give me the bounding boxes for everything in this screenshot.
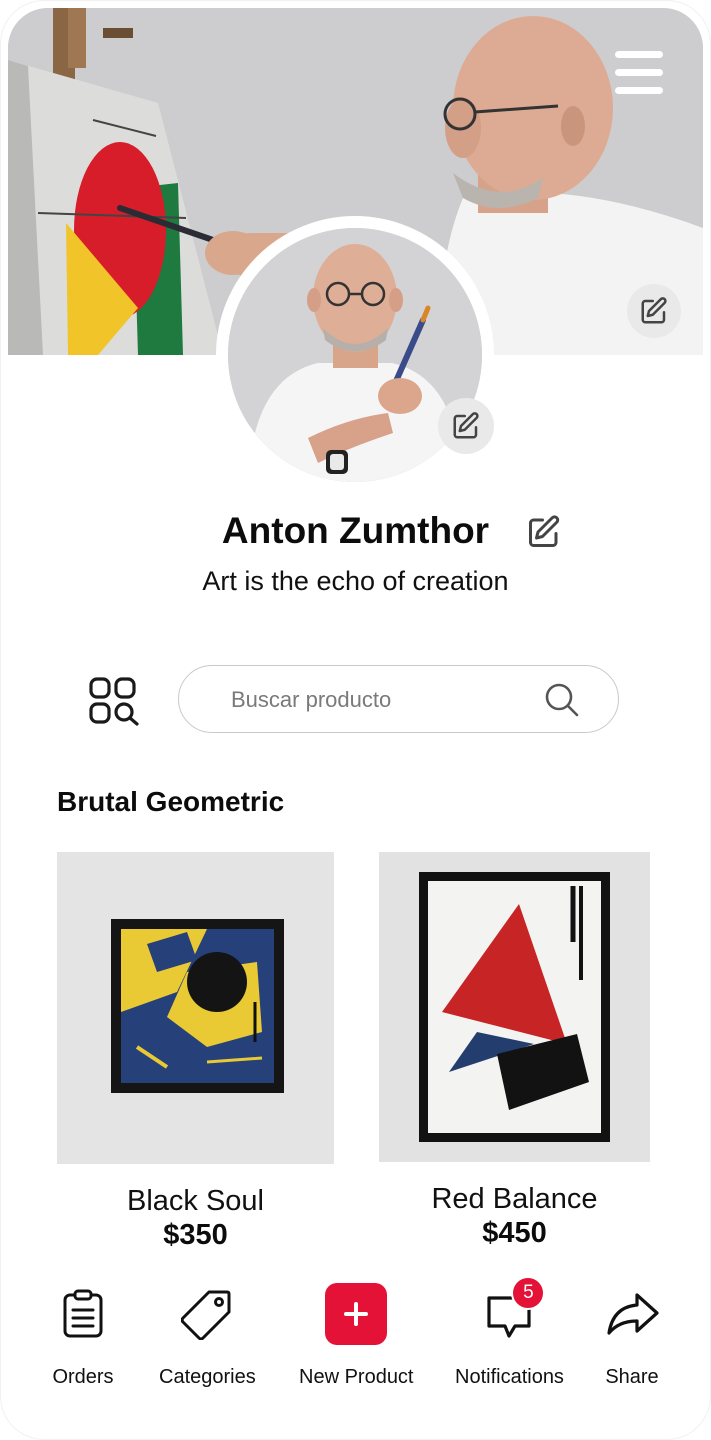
nav-label: New Product: [299, 1366, 414, 1388]
share-icon-wrapper: [600, 1282, 664, 1346]
menu-bar: [615, 69, 663, 76]
new-product-button[interactable]: [325, 1283, 388, 1345]
nav-label: Orders: [52, 1366, 114, 1388]
nav-label: Categories: [159, 1366, 256, 1388]
edit-cover-button[interactable]: [627, 284, 681, 338]
menu-bar: [615, 51, 663, 58]
edit-avatar-button[interactable]: [438, 398, 494, 454]
nav-label: Share: [605, 1366, 659, 1388]
painting-red-balance: [379, 852, 650, 1162]
nav-new-product[interactable]: New Product: [299, 1282, 414, 1389]
search-field[interactable]: [178, 665, 619, 733]
nav-label: Notifications: [455, 1366, 564, 1388]
profile-tagline: Art is the echo of creation: [202, 566, 509, 596]
profile-name: Anton Zumthor: [221, 510, 490, 551]
product-image: [57, 852, 334, 1164]
search-icon[interactable]: [544, 682, 580, 718]
search-input[interactable]: [229, 680, 533, 720]
share-icon: [607, 1293, 659, 1335]
grid-search-icon[interactable]: [88, 676, 140, 726]
menu-icon[interactable]: [613, 48, 665, 98]
edit-icon: [453, 412, 479, 439]
nav-share[interactable]: Share: [600, 1282, 664, 1389]
nav-notifications[interactable]: 5 Notifications: [455, 1276, 564, 1389]
product-price: $350: [163, 1219, 228, 1251]
edit-name-icon[interactable]: [526, 514, 562, 550]
profile-screen: Anton Zumthor Art is the echo of creatio…: [0, 0, 711, 1440]
notification-badge: 5: [511, 1276, 546, 1310]
plus-icon-wrapper: [324, 1282, 388, 1346]
bottom-nav: Orders Categories New Product 5 Notifica…: [0, 1276, 711, 1402]
product-card[interactable]: Red Balance $450: [379, 852, 650, 1250]
nav-categories[interactable]: Categories: [159, 1282, 256, 1389]
edit-icon: [641, 297, 667, 324]
painting-black-soul: [57, 852, 334, 1164]
profile-name-row: Anton Zumthor: [0, 506, 711, 556]
orders-icon-wrapper: [51, 1282, 115, 1346]
orders-icon: [63, 1289, 103, 1338]
product-name: Black Soul: [126, 1185, 264, 1217]
chat-icon-wrapper: 5: [477, 1276, 546, 1346]
tag-icon: [181, 1290, 231, 1340]
nav-orders[interactable]: Orders: [51, 1282, 115, 1389]
tag-icon-wrapper: [175, 1282, 239, 1346]
product-price: $450: [482, 1217, 547, 1249]
product-image: [379, 852, 650, 1162]
section-title: Brutal Geometric: [57, 786, 285, 817]
menu-bar: [615, 87, 663, 94]
product-name: Red Balance: [431, 1183, 598, 1215]
plus-icon: [344, 1302, 369, 1326]
product-card[interactable]: Black Soul $350: [57, 852, 334, 1252]
